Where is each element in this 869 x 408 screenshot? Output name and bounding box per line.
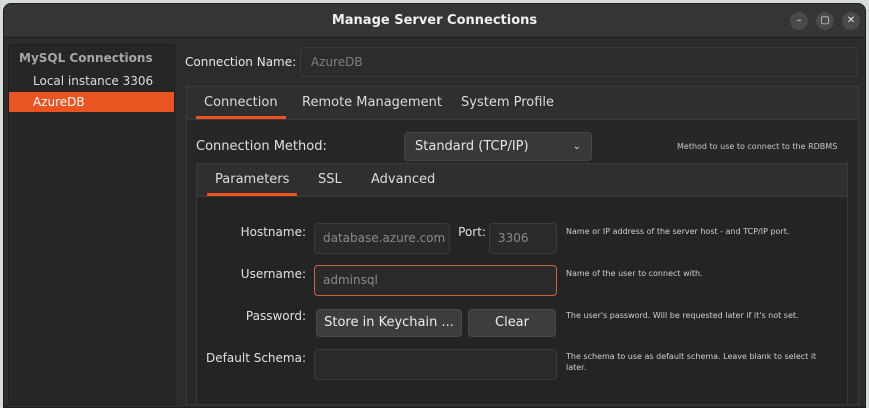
default-schema-input[interactable] bbox=[314, 349, 557, 380]
tab-ssl[interactable]: SSL bbox=[318, 164, 342, 196]
default-schema-help: The schema to use as default schema. Lea… bbox=[566, 352, 817, 372]
tab-connection[interactable]: Connection bbox=[196, 87, 286, 119]
sidebar-header: MySQL Connections bbox=[19, 51, 153, 65]
connection-tabs: Connection Remote Management System Prof… bbox=[186, 86, 859, 120]
sidebar-item-local-instance[interactable]: Local instance 3306 bbox=[9, 71, 174, 91]
chevron-down-icon: ⌄ bbox=[572, 141, 581, 152]
username-help: Name of the user to connect with. bbox=[566, 269, 703, 278]
port-input[interactable]: 3306 bbox=[489, 223, 557, 254]
default-schema-label: Default Schema: bbox=[206, 351, 306, 365]
clear-password-button[interactable]: Clear bbox=[468, 309, 556, 337]
password-label: Password: bbox=[245, 309, 306, 323]
tab-advanced[interactable]: Advanced bbox=[371, 164, 435, 196]
password-help: The user's password. Will be requested l… bbox=[566, 311, 799, 320]
sidebar-item-azuredb[interactable]: AzureDB bbox=[9, 92, 174, 112]
close-icon[interactable]: ✕ bbox=[842, 12, 860, 30]
connection-method-select[interactable]: Standard (TCP/IP) ⌄ bbox=[404, 132, 592, 161]
minimize-icon[interactable]: – bbox=[790, 12, 808, 30]
connection-method-help: Method to use to connect to the RDBMS bbox=[677, 142, 838, 151]
title-bar[interactable]: Manage Server Connections – ▢ ✕ bbox=[4, 4, 865, 38]
username-label: Username: bbox=[240, 267, 306, 281]
connections-sidebar: MySQL Connections Local instance 3306 Az… bbox=[8, 44, 175, 405]
store-in-keychain-button[interactable]: Store in Keychain ... bbox=[316, 309, 462, 337]
tab-parameters[interactable]: Parameters bbox=[206, 164, 298, 196]
hostname-help: Name or IP address of the server host - … bbox=[566, 227, 790, 236]
window-title: Manage Server Connections bbox=[331, 13, 538, 28]
connection-name-label: Connection Name: bbox=[185, 55, 297, 69]
maximize-icon[interactable]: ▢ bbox=[816, 12, 834, 30]
tab-remote-management[interactable]: Remote Management bbox=[302, 87, 442, 119]
hostname-label: Hostname: bbox=[240, 225, 306, 239]
port-label: Port: bbox=[458, 225, 486, 239]
parameter-tabs: Parameters SSL Advanced bbox=[196, 163, 848, 197]
username-input[interactable]: adminsql bbox=[314, 265, 557, 296]
hostname-input[interactable]: database.azure.com bbox=[314, 223, 450, 254]
tab-system-profile[interactable]: System Profile bbox=[461, 87, 554, 119]
connection-method-label: Connection Method: bbox=[196, 139, 327, 154]
connection-name-input[interactable]: AzureDB bbox=[300, 47, 858, 77]
connection-method-value: Standard (TCP/IP) bbox=[415, 139, 529, 154]
